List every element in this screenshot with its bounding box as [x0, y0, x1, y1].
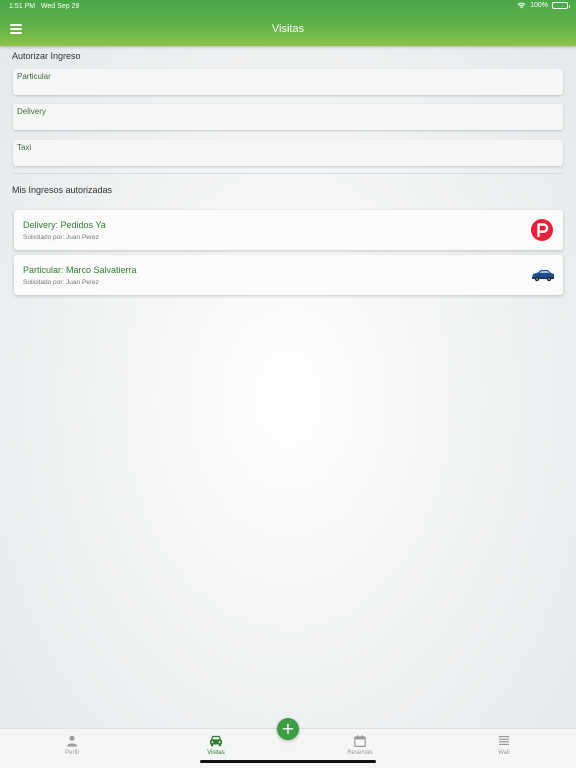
tab-perfil[interactable]: Perfil — [42, 735, 102, 756]
battery-icon — [552, 2, 570, 9]
app-header: 1:51 PM Wed Sep 29 100% Visitas — [0, 0, 576, 46]
entry-title: Delivery: Pedidos Ya — [23, 220, 106, 230]
option-delivery[interactable]: Delivery — [13, 104, 563, 130]
option-particular[interactable]: Particular — [13, 69, 563, 95]
page-title: Visitas — [271, 23, 305, 35]
battery-percent: 100% — [530, 2, 548, 9]
tab-label: Wall — [498, 750, 510, 756]
status-time: 1:51 PM Wed Sep 29 — [9, 3, 80, 10]
entries-section-title: Mis Ingresos autorizadas — [12, 185, 113, 195]
entry-subtitle: Solicitado por: Juan Perez — [23, 234, 99, 241]
entry-title: Particular: Marco Salvatierra — [23, 265, 137, 275]
person-icon — [67, 735, 77, 747]
status-indicators: 100% — [517, 2, 570, 9]
authorize-section-title: Autorizar Ingreso — [12, 51, 81, 61]
car-icon — [531, 264, 554, 286]
option-label: Particular — [17, 72, 51, 81]
option-label: Delivery — [17, 107, 46, 116]
list-icon — [499, 736, 509, 745]
tab-reservas[interactable]: Reservas — [330, 735, 390, 756]
list-item[interactable]: Delivery: Pedidos Ya Solicitado por: Jua… — [14, 210, 563, 250]
tab-wall[interactable]: Wall — [474, 735, 534, 756]
entry-subtitle: Solicitado por: Juan Perez — [23, 279, 99, 286]
tab-visitas[interactable]: Visitas — [186, 735, 246, 756]
list-item[interactable]: Particular: Marco Salvatierra Solicitado… — [14, 255, 563, 295]
car-icon — [210, 735, 222, 747]
add-visit-button[interactable]: + — [277, 718, 299, 740]
option-label: Taxi — [17, 143, 32, 152]
pedidos-ya-logo-icon — [531, 219, 553, 241]
home-indicator — [200, 760, 376, 763]
tab-label: Visitas — [207, 750, 225, 756]
tab-label: Perfil — [65, 750, 79, 756]
wifi-icon — [517, 2, 526, 9]
section-divider — [12, 173, 564, 174]
calendar-icon — [354, 735, 366, 747]
option-taxi[interactable]: Taxi — [13, 140, 563, 166]
tab-label: Reservas — [347, 750, 373, 756]
